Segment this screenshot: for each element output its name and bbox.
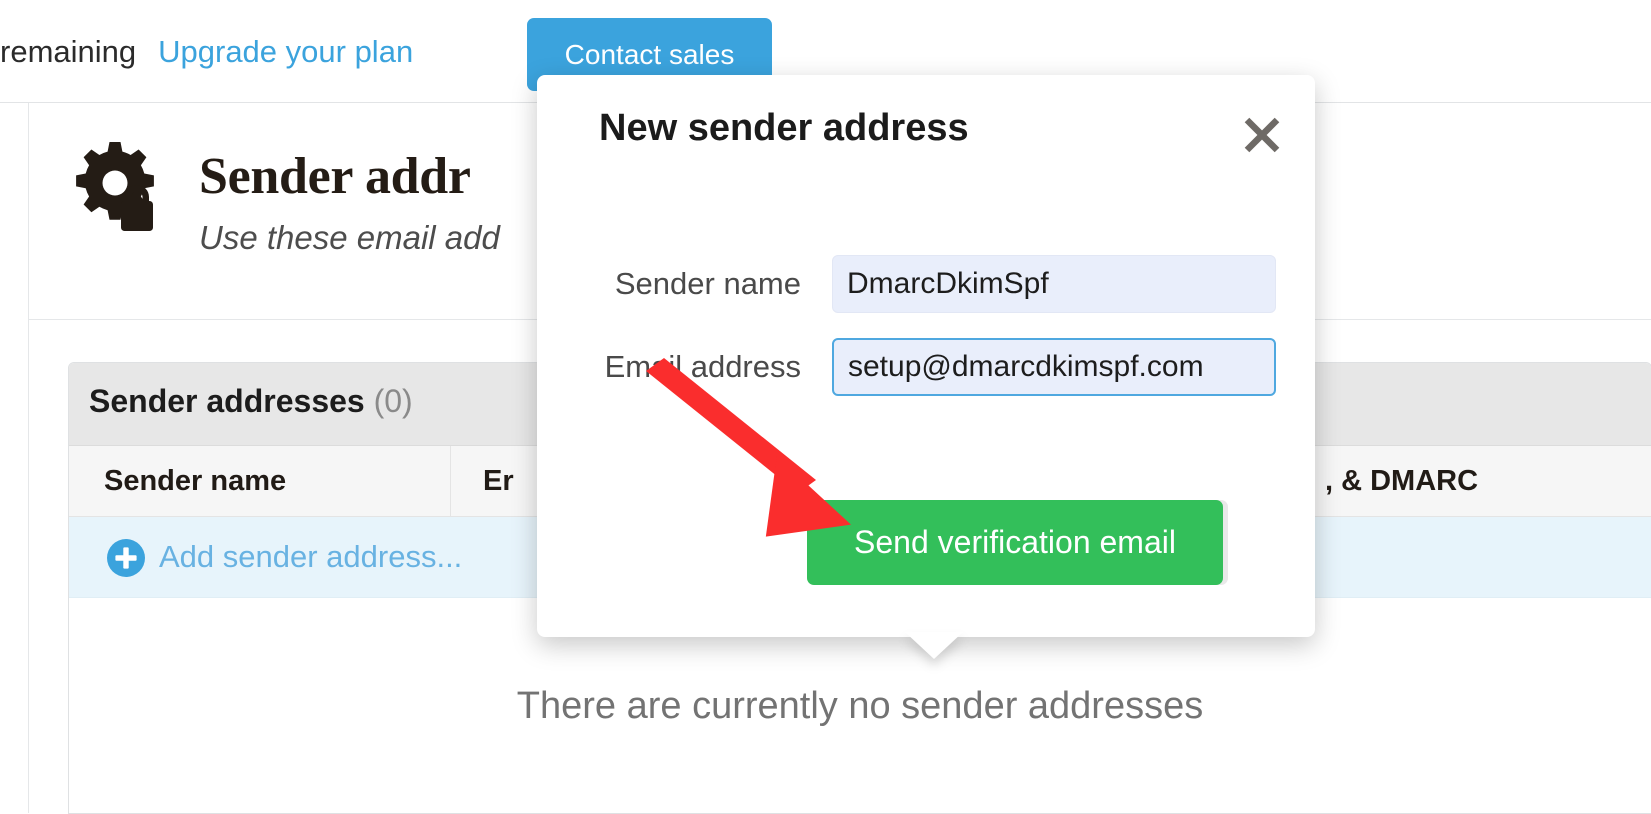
card-header-title: Sender addresses (0) [89,383,413,420]
sender-name-label: Sender name [614,266,801,301]
column-header-sender-name: Sender name [69,446,451,516]
email-address-label: Email address [604,349,801,384]
form-row-sender-name: Sender name [537,255,1315,313]
add-sender-address-label: Add sender address... [159,539,463,574]
form-row-email-address: Email address [537,338,1315,396]
page-subtitle: Use these email add [199,219,500,256]
column-header-dmarc: , & DMARC [1325,465,1479,497]
new-sender-address-modal: New sender address Sender name Email add… [537,75,1315,637]
modal-title: New sender address [599,107,969,149]
email-address-input[interactable] [832,338,1276,396]
close-icon[interactable] [1240,113,1284,157]
sender-addresses-count: (0) [373,383,413,419]
card-header-title-text: Sender addresses [89,383,365,419]
gear-lock-icon [65,139,165,239]
page-title: Sender addr [199,148,471,205]
quota-remaining-text: remaining [0,34,137,69]
send-verification-email-button[interactable]: Send verification email [807,500,1223,585]
plus-circle-icon [107,539,145,577]
sender-name-input[interactable] [832,255,1276,313]
upgrade-your-plan-link[interactable]: Upgrade your plan [158,36,413,67]
modal-pointer-tail [905,632,963,659]
top-bar-content: remaining Upgrade your plan [0,0,413,103]
